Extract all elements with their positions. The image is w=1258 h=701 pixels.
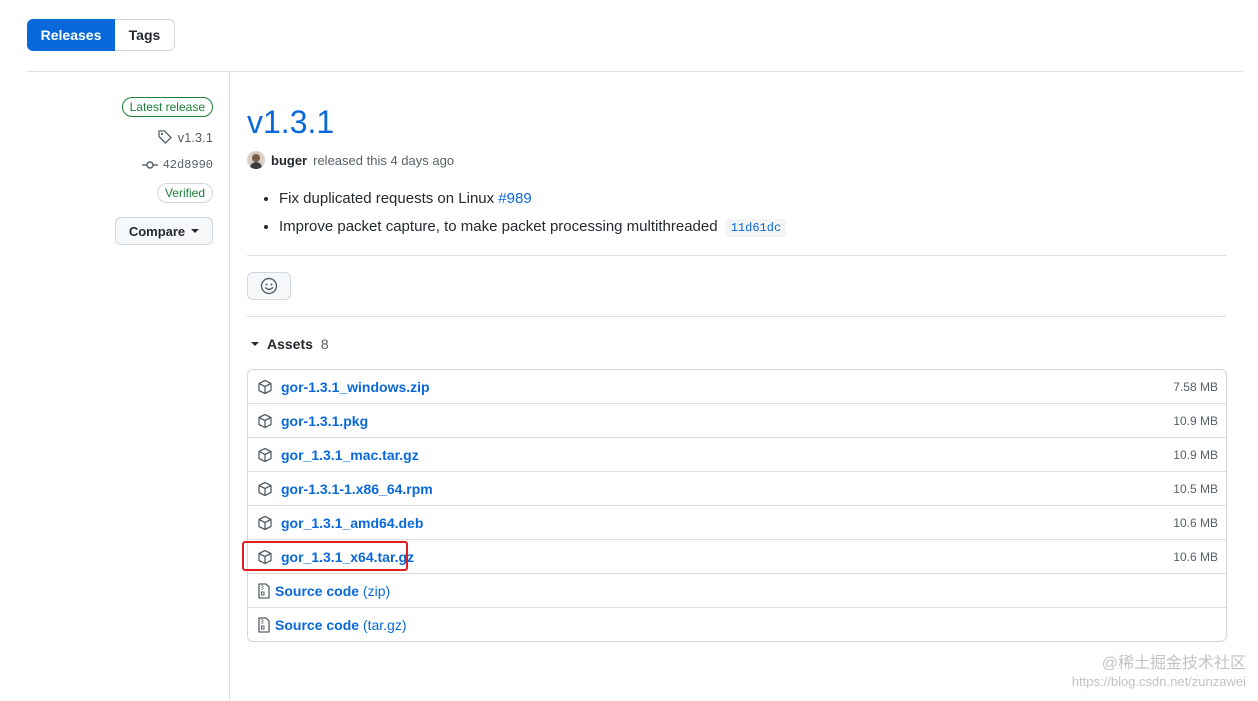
- list-item: Improve packet capture, to make packet p…: [279, 217, 1226, 238]
- table-row: gor-1.3.1_windows.zip 7.58 MB: [248, 370, 1226, 403]
- divider: [247, 255, 1226, 256]
- commit-icon: [141, 161, 158, 169]
- tag-icon: [157, 130, 172, 144]
- commit-sha-link[interactable]: 11d61dc: [725, 219, 787, 237]
- file-zip-icon: [258, 582, 270, 599]
- smiley-icon: [260, 277, 278, 295]
- table-row: gor-1.3.1.pkg 10.9 MB: [248, 403, 1226, 437]
- source-label: Source code: [275, 582, 360, 599]
- asset-link[interactable]: gor_1.3.1_x64.tar.gz: [281, 549, 414, 565]
- compare-label: Compare: [128, 223, 186, 239]
- note-text: Fix duplicated requests on Linux: [279, 190, 499, 207]
- source-kind: (tar.gz): [362, 616, 407, 633]
- assets-toggle[interactable]: Assets 8: [251, 336, 1226, 352]
- asset-size: 10.6 MB: [1173, 549, 1218, 564]
- release-sidebar: Latest release v1.3.1 42d8990 Verified C…: [23, 97, 213, 245]
- table-row: gor-1.3.1-1.x86_64.rpm 10.5 MB: [248, 471, 1226, 505]
- assets-count: 8: [320, 336, 329, 352]
- release-byline: buger released this 4 days ago: [247, 151, 1226, 169]
- package-icon: [258, 447, 272, 462]
- divider: [247, 316, 1226, 317]
- table-row: Source code (tar.gz): [248, 607, 1226, 641]
- add-reaction-button[interactable]: [247, 272, 291, 300]
- compare-button[interactable]: Compare: [115, 217, 213, 245]
- table-row: gor_1.3.1_amd64.deb 10.6 MB: [248, 505, 1226, 539]
- latest-release-badge: Latest release: [121, 97, 213, 117]
- package-icon: [258, 549, 272, 564]
- source-zip-link[interactable]: Source code (zip): [275, 583, 390, 599]
- asset-link[interactable]: gor_1.3.1_mac.tar.gz: [281, 447, 419, 463]
- table-row: gor_1.3.1_mac.tar.gz 10.9 MB: [248, 437, 1226, 471]
- tag-link[interactable]: v1.3.1: [157, 129, 213, 145]
- watermark-text: @稀土掘金技术社区: [1101, 655, 1246, 672]
- package-icon: [258, 481, 272, 496]
- asset-size: 10.6 MB: [1173, 515, 1218, 530]
- asset-size: 10.5 MB: [1173, 481, 1218, 496]
- commit-sha: 42d8990: [162, 158, 213, 172]
- asset-link[interactable]: gor-1.3.1-1.x86_64.rpm: [281, 481, 433, 497]
- table-row: gor_1.3.1_x64.tar.gz 10.6 MB: [242, 539, 1226, 573]
- source-label: Source code: [275, 616, 360, 633]
- top-divider: [27, 71, 1243, 72]
- asset-link[interactable]: gor_1.3.1_amd64.deb: [281, 515, 423, 531]
- release-tabs: Releases Tags: [27, 19, 175, 51]
- author-link[interactable]: buger: [271, 153, 307, 168]
- package-icon: [258, 413, 272, 428]
- commit-link[interactable]: 42d8990: [141, 157, 213, 173]
- asset-link[interactable]: gor-1.3.1.pkg: [281, 413, 368, 429]
- package-icon: [258, 379, 272, 394]
- assets-title: Assets: [267, 336, 313, 352]
- source-targz-link[interactable]: Source code (tar.gz): [275, 617, 407, 633]
- sidebar-divider: [229, 72, 230, 701]
- watermark: @稀土掘金技术社区 https://blog.csdn.net/zunzawei: [1072, 655, 1246, 691]
- package-icon: [258, 515, 272, 530]
- verified-badge[interactable]: Verified: [156, 183, 213, 203]
- list-item: Fix duplicated requests on Linux #989: [279, 189, 1226, 209]
- asset-size: 10.9 MB: [1173, 447, 1218, 462]
- tab-tags[interactable]: Tags: [115, 19, 175, 51]
- file-zip-icon: [258, 616, 270, 633]
- avatar[interactable]: [247, 151, 265, 169]
- table-row: Source code (zip): [248, 573, 1226, 607]
- release-notes: Fix duplicated requests on Linux #989 Im…: [247, 189, 1226, 238]
- release-title[interactable]: v1.3.1: [247, 98, 1226, 146]
- issue-link[interactable]: #989: [498, 190, 531, 207]
- caret-down-icon: [251, 342, 259, 346]
- tag-label: v1.3.1: [177, 129, 213, 145]
- tab-releases[interactable]: Releases: [27, 19, 115, 51]
- note-text: Improve packet capture, to make packet p…: [279, 218, 718, 235]
- asset-link[interactable]: gor-1.3.1_windows.zip: [281, 379, 430, 395]
- watermark-url: https://blog.csdn.net/zunzawei: [1071, 674, 1246, 689]
- asset-list: gor-1.3.1_windows.zip 7.58 MB gor-1.3.1.…: [242, 369, 1227, 642]
- chevron-down-icon: [191, 229, 200, 233]
- asset-size: 7.58 MB: [1173, 379, 1218, 394]
- release-main: v1.3.1 buger released this 4 days ago Fi…: [242, 98, 1227, 642]
- asset-size: 10.9 MB: [1173, 413, 1218, 428]
- source-kind: (zip): [362, 582, 391, 599]
- released-text: released this 4 days ago: [313, 152, 455, 168]
